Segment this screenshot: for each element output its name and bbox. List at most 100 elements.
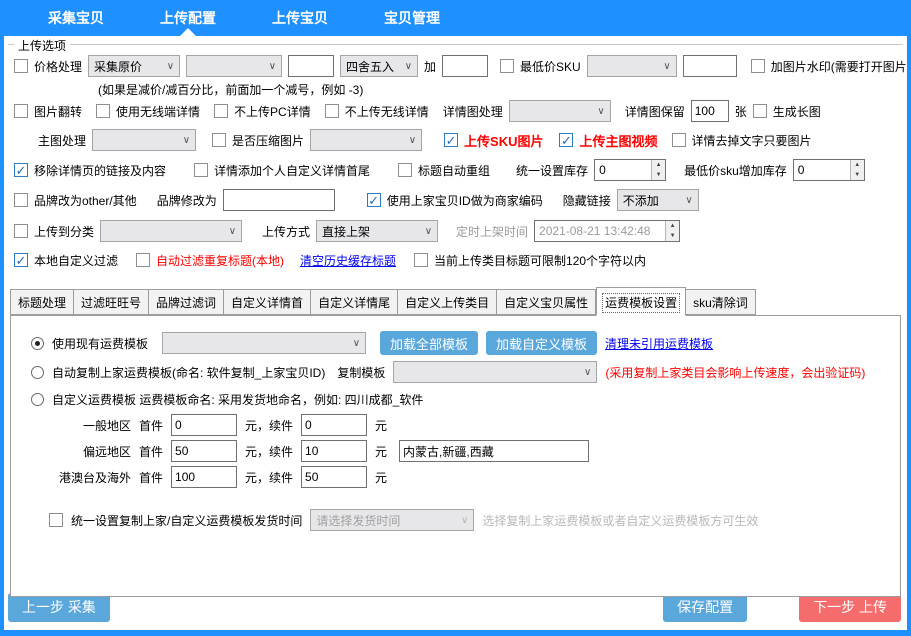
first-piece-label: 首件 <box>139 469 163 486</box>
chevron-down-icon: ∨ <box>167 61 174 72</box>
remote-next-fee-input[interactable] <box>301 440 367 462</box>
tab-custom-detail-head[interactable]: 自定义详情首 <box>224 289 311 315</box>
no-pc-detail-checkbox[interactable] <box>214 104 228 118</box>
price-note: (如果是减价/减百分比，前面加一个减号，例如 -3) <box>98 81 363 98</box>
tab-title-process[interactable]: 标题处理 <box>10 289 74 315</box>
upload-main-video-checkbox[interactable]: ✓ <box>559 133 573 147</box>
compress-image-checkbox[interactable] <box>212 133 226 147</box>
upload-sku-image-checkbox[interactable]: ✓ <box>444 133 458 147</box>
price-source-select[interactable]: 采集原价 ∨ <box>88 55 180 77</box>
detail-img-process-label: 详情图处理 <box>443 103 503 120</box>
combo-value: 采集原价 <box>94 58 142 75</box>
use-existing-radio[interactable] <box>31 337 44 350</box>
stock-spinner[interactable]: 0▲▼ <box>594 159 666 181</box>
chevron-down-icon: ∨ <box>685 195 692 206</box>
detail-img-keep-input[interactable] <box>691 100 729 122</box>
wireless-detail-checkbox[interactable] <box>96 104 110 118</box>
clear-title-cache-link[interactable]: 清空历史缓存标题 <box>300 252 396 269</box>
remote-first-fee-input[interactable] <box>171 440 237 462</box>
main-img-process-select[interactable]: ∨ <box>92 129 196 151</box>
detail-img-process-select[interactable]: ∨ <box>509 100 611 122</box>
combo-value: 四舍五入 <box>346 58 394 75</box>
price-amount-input[interactable] <box>288 55 334 77</box>
min-sku-checkbox[interactable] <box>500 59 514 73</box>
no-wireless-detail-checkbox[interactable] <box>325 104 339 118</box>
upload-category-checkbox[interactable] <box>14 224 28 238</box>
long-image-checkbox[interactable] <box>753 104 767 118</box>
upload-method-select[interactable]: 直接上架∨ <box>316 220 438 242</box>
chevron-down-icon: ∨ <box>183 135 190 146</box>
tab-sku-clear-words[interactable]: sku清除词 <box>686 289 756 315</box>
price-round-select[interactable]: 四舍五入∨ <box>340 55 418 77</box>
copy-template-select[interactable]: ∨ <box>393 361 597 383</box>
nav-tab-upload-config[interactable]: 上传配置 <box>160 0 216 36</box>
flip-image-checkbox[interactable] <box>14 104 28 118</box>
nav-tab-item-manage[interactable]: 宝贝管理 <box>384 0 440 36</box>
hide-link-select[interactable]: 不添加∨ <box>617 189 699 211</box>
chevron-down-icon: ∨ <box>269 61 276 72</box>
tab-custom-category[interactable]: 自定义上传类目 <box>398 289 497 315</box>
brand-other-checkbox[interactable] <box>14 193 28 207</box>
auto-copy-radio[interactable] <box>31 366 44 379</box>
tab-filter-wangwang[interactable]: 过滤旺旺号 <box>74 289 149 315</box>
existing-template-select[interactable]: ∨ <box>162 332 366 354</box>
spin-up-icon[interactable]: ▲ <box>666 221 679 231</box>
chevron-down-icon: ∨ <box>597 106 604 117</box>
spin-up-icon[interactable]: ▲ <box>652 160 665 170</box>
spin-up-icon[interactable]: ▲ <box>851 160 864 170</box>
top-nav: 采集宝贝 上传配置 上传宝贝 宝贝管理 <box>0 0 911 36</box>
normal-next-fee-input[interactable] <box>301 414 367 436</box>
custom-template-radio[interactable] <box>31 393 44 406</box>
local-filter-checkbox[interactable]: ✓ <box>14 253 28 267</box>
brand-row: 品牌改为other/其他 品牌修改为 ✓ 使用上家宝贝ID做为商家编码 隐藏链接… <box>10 185 901 215</box>
compress-select[interactable]: ∨ <box>310 129 422 151</box>
delivery-time-hint: 选择复制上家运费模板或者自定义运费模板方可生效 <box>482 512 758 529</box>
title-limit-checkbox[interactable] <box>414 253 428 267</box>
tab-shipping-template[interactable]: 运费模板设置 <box>596 287 686 316</box>
tab-custom-attrs[interactable]: 自定义宝贝属性 <box>497 289 596 315</box>
min-sku-stock-spinner[interactable]: 0▲▼ <box>793 159 865 181</box>
main-image-row: 主图处理 ∨ 是否压缩图片 ∨ ✓ 上传SKU图片 ✓ 上传主图视频 详情去掉文… <box>10 125 901 155</box>
schedule-time-picker[interactable]: 2021-08-21 13:42:48▲▼ <box>534 220 680 242</box>
brand-modify-input[interactable] <box>223 189 335 211</box>
load-custom-templates-button[interactable]: 加载自定义模板 <box>486 331 597 355</box>
upload-category-select[interactable]: ∨ <box>100 220 242 242</box>
delivery-time-checkbox[interactable] <box>49 513 63 527</box>
min-sku-select[interactable]: ∨ <box>587 55 677 77</box>
nav-tab-collect[interactable]: 采集宝贝 <box>48 0 104 36</box>
auto-copy-template-row: 自动复制上家运费模板(命名: 软件复制_上家宝贝ID) 复制模板 ∨ (采用复制… <box>31 358 890 386</box>
remote-regions-input[interactable] <box>399 440 589 462</box>
delivery-time-select[interactable]: 请选择发货时间∨ <box>310 509 474 531</box>
load-all-templates-button[interactable]: 加载全部模板 <box>380 331 478 355</box>
fee-row-remote: 偏远地区 首件 元，续件 元 <box>31 438 890 464</box>
price-op-select[interactable]: ∨ <box>186 55 282 77</box>
overseas-next-fee-input[interactable] <box>301 466 367 488</box>
check-icon: ✓ <box>16 254 27 267</box>
no-pc-detail-label: 不上传PC详情 <box>234 103 311 120</box>
price-plus-input[interactable] <box>442 55 488 77</box>
watermark-checkbox[interactable] <box>751 59 765 73</box>
clean-unused-templates-link[interactable]: 清理未引用运费模板 <box>605 335 713 352</box>
spin-down-icon[interactable]: ▼ <box>851 170 864 180</box>
title-recombine-checkbox[interactable] <box>398 163 412 177</box>
use-seller-id-checkbox[interactable]: ✓ <box>367 193 381 207</box>
min-sku-input[interactable] <box>683 55 737 77</box>
tab-custom-detail-tail[interactable]: 自定义详情尾 <box>311 289 398 315</box>
detail-no-text-checkbox[interactable] <box>672 133 686 147</box>
combo-value: 直接上架 <box>322 223 370 240</box>
overseas-first-fee-input[interactable] <box>171 466 237 488</box>
spin-down-icon[interactable]: ▼ <box>652 170 665 180</box>
price-checkbox[interactable] <box>14 59 28 73</box>
normal-first-fee-input[interactable] <box>171 414 237 436</box>
tab-brand-filter[interactable]: 品牌过滤词 <box>149 289 224 315</box>
price-label: 价格处理 <box>34 58 82 75</box>
custom-detail-checkbox[interactable] <box>194 163 208 177</box>
remove-links-checkbox[interactable]: ✓ <box>14 163 28 177</box>
nav-tab-upload-item[interactable]: 上传宝贝 <box>272 0 328 36</box>
settings-tabstrip: 标题处理 过滤旺旺号 品牌过滤词 自定义详情首 自定义详情尾 自定义上传类目 自… <box>10 287 901 315</box>
spin-down-icon[interactable]: ▼ <box>666 231 679 241</box>
auto-filter-checkbox[interactable] <box>136 253 150 267</box>
upload-category-label: 上传到分类 <box>34 223 94 240</box>
remove-links-label: 移除详情页的链接及内容 <box>34 162 166 179</box>
nav-tab-label: 采集宝贝 <box>48 8 104 28</box>
